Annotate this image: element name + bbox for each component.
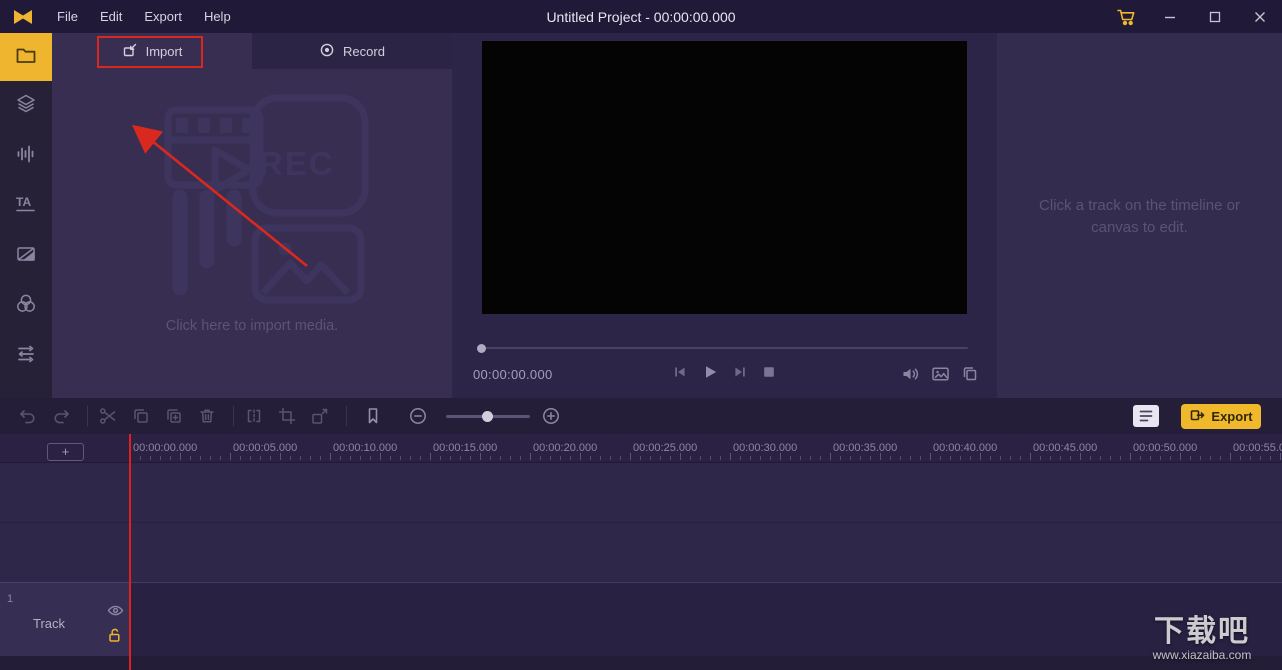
timeline-toolbar: Export [0,398,1282,434]
cart-icon[interactable] [1107,8,1147,26]
minimize-button[interactable] [1147,0,1192,33]
timeline-lane-upper [0,463,1282,522]
split-icon[interactable] [243,405,265,427]
menu-help[interactable]: Help [193,9,242,24]
elements-icon [15,344,37,369]
volume-icon[interactable] [901,365,920,383]
redo-icon[interactable] [50,405,72,427]
undo-icon[interactable] [17,405,39,427]
media-folder-icon [15,45,37,70]
timeline-lane-track1[interactable] [0,582,1282,656]
toolbar-separator [87,406,88,426]
add-track-button[interactable]: + [47,443,84,461]
next-frame-button[interactable] [732,364,748,380]
app-logo-icon [0,9,46,25]
menu-file[interactable]: File [46,9,89,24]
track-header[interactable]: 1 Track [0,582,130,656]
sidebar-item-media[interactable] [0,33,52,81]
menu-edit[interactable]: Edit [89,9,133,24]
media-panel: Import Record REC Click here to import m… [52,33,452,398]
seek-track [478,347,968,349]
menu-export[interactable]: Export [133,9,193,24]
transition-icon [15,244,37,269]
snapshot-icon[interactable] [931,365,950,383]
filter-icon [15,293,37,319]
sidebar-item-layers[interactable] [0,81,52,131]
zoom-in-icon[interactable] [540,405,562,427]
resize-icon[interactable] [309,405,331,427]
import-placeholder-graphic[interactable]: REC [135,93,370,316]
video-canvas [482,41,967,314]
timeline-ruler[interactable]: + 00:00:00.000 00:00:05.000 00:00:10.000… [0,434,1282,463]
visibility-eye-icon[interactable] [107,603,124,623]
sidebar-item-text[interactable]: TA [0,181,52,231]
track-label: Track [33,616,66,631]
stop-button[interactable] [761,364,777,380]
sidebar-item-filters[interactable] [0,281,52,331]
sidebar-item-transitions[interactable] [0,231,52,281]
copy-clip-icon[interactable] [130,405,152,427]
track-number: 1 [7,593,14,605]
playhead[interactable] [129,434,131,670]
watermark-url: www.xiazaiba.com [1152,648,1252,662]
sidebar: TA [0,33,52,398]
zoom-out-icon[interactable] [407,405,429,427]
seek-handle[interactable] [477,344,486,353]
previous-frame-button[interactable] [672,364,688,380]
current-time: 00:00:00.000 [473,367,553,382]
window-title: Untitled Project - 00:00:00.000 [546,8,736,25]
shortcut-list-button[interactable] [1133,405,1159,427]
timeline-bottom-gap [0,656,1282,670]
sidebar-item-audio[interactable] [0,131,52,181]
toolbar-separator [346,406,347,426]
toolbar-separator [233,406,234,426]
svg-text:REC: REC [259,145,335,182]
text-icon: TA [14,193,38,219]
export-icon [1189,407,1205,426]
unlock-icon[interactable] [107,627,123,648]
annotation-import-highlight [97,36,203,68]
export-label: Export [1211,408,1253,424]
export-button[interactable]: Export [1181,403,1261,429]
zoom-slider[interactable] [446,409,530,423]
marker-icon[interactable] [362,405,384,427]
record-icon [319,42,335,61]
tab-record-label: Record [343,43,385,59]
tab-record[interactable]: Record [252,33,452,69]
inspector-panel: Click a track on the timeline or canvas … [997,33,1282,398]
watermark-text: 下载吧 [1154,615,1250,648]
crop-icon[interactable] [276,405,298,427]
timeline: + 00:00:00.000 00:00:05.000 00:00:10.000… [0,434,1282,670]
watermark: 下载吧 www.xiazaiba.com [1132,614,1272,662]
layers-icon [15,93,37,119]
delete-icon[interactable] [196,405,218,427]
titlebar: File Edit Export Help Untitled Project -… [0,0,1282,33]
maximize-button[interactable] [1192,0,1237,33]
app-window: File Edit Export Help Untitled Project -… [0,0,1282,670]
preview-panel: 00:00:00.000 [452,33,997,398]
audio-waveform-icon [15,144,37,169]
scissors-icon[interactable] [97,405,119,427]
preview-tools [901,365,979,383]
svg-text:TA: TA [16,195,31,209]
close-button[interactable] [1237,0,1282,33]
seek-bar[interactable] [477,344,968,353]
sidebar-item-elements[interactable] [0,331,52,381]
menu-bar: File Edit Export Help [46,9,242,24]
import-placeholder-caption: Click here to import media. [165,318,339,334]
play-button[interactable] [701,363,719,381]
inspector-hint: Click a track on the timeline or canvas … [1039,197,1240,236]
duplicate-icon[interactable] [163,405,185,427]
copy-icon[interactable] [961,365,979,383]
timeline-lane-middle [0,522,1282,582]
zoom-slider-handle[interactable] [482,411,493,422]
ruler-ticks-major [130,453,1282,460]
